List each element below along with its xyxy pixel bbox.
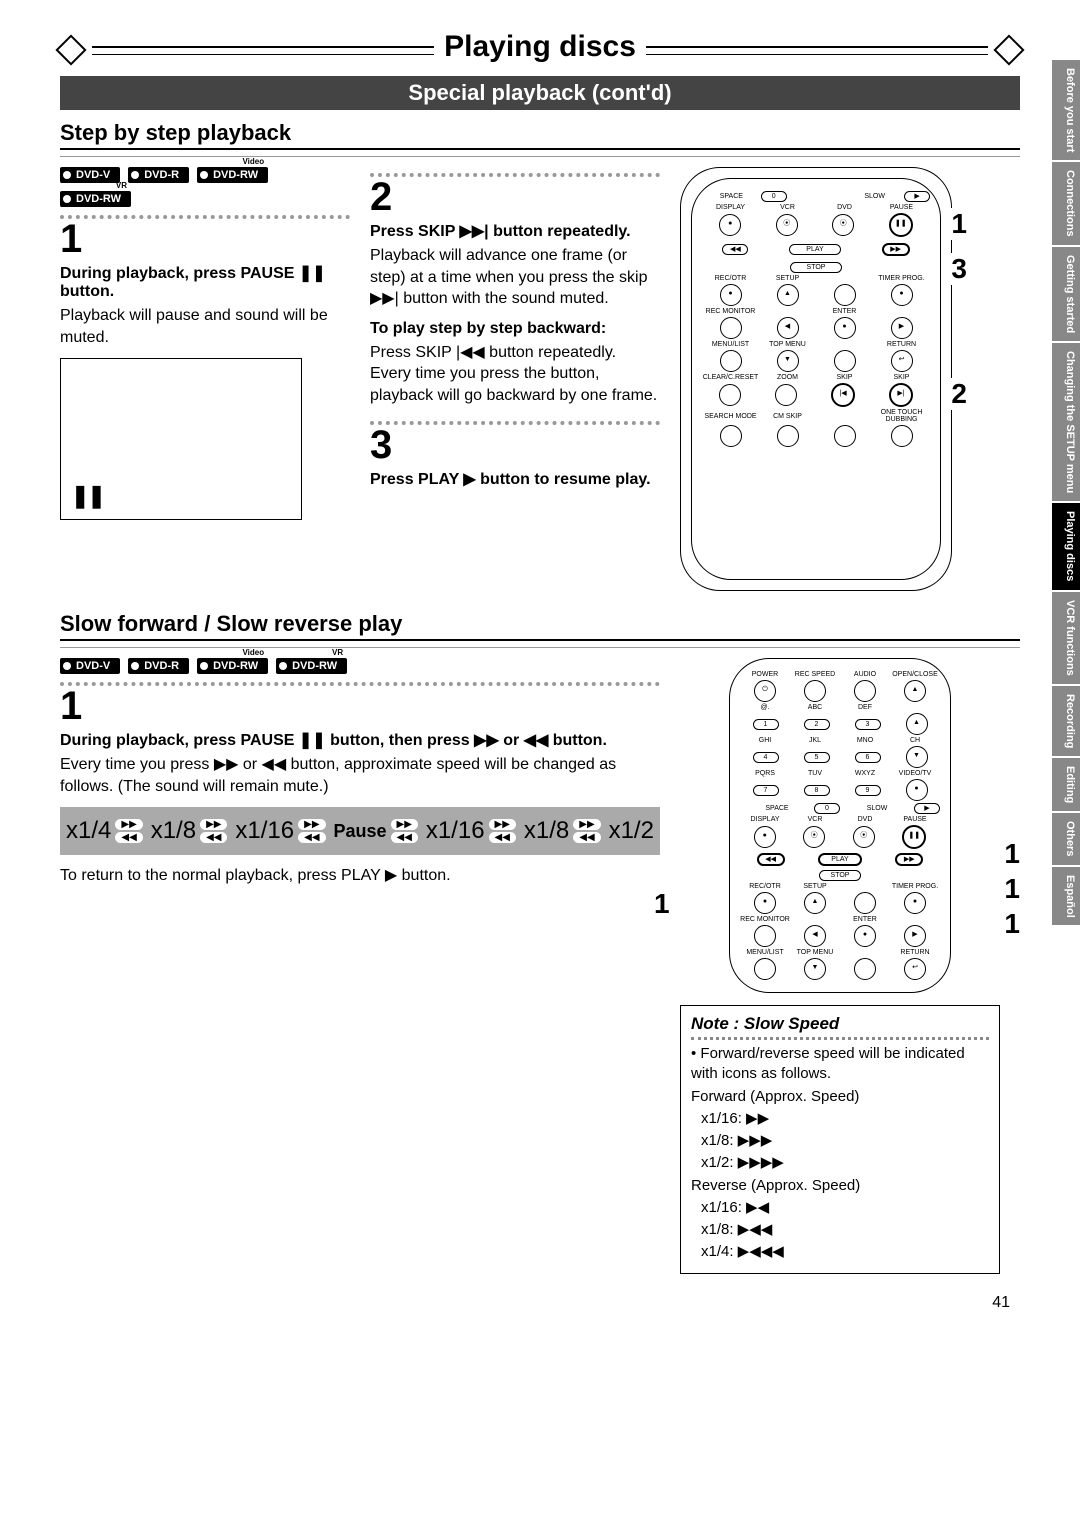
slow-step1-num: 1 [60,686,660,726]
step2-body: Playback will advance one frame (or step… [370,245,660,310]
note-fwd-3: x1/2: ▶▶▶▶ [691,1153,989,1173]
badge2-dvdrw-vr: VRDVD-RW [276,658,347,674]
note-bullet: • Forward/reverse speed will be indicate… [691,1044,989,1085]
callout2-r3: 1 [1004,908,1020,940]
badge-dvdv: DVD-V [60,167,120,183]
slow-heading: Slow forward / Slow reverse play [60,611,1020,641]
note-rev-label: Reverse (Approx. Speed) [691,1176,989,1196]
step1-body: Playback will pause and sound will be mu… [60,305,350,348]
tab-editing: Editing [1052,758,1080,811]
tab-others: Others [1052,813,1080,864]
pause-screen: ❚❚ [60,358,302,520]
side-tabs: Before you start Connections Getting sta… [1052,60,1080,927]
callout2-r1: 1 [1004,838,1020,870]
step3-head: Press PLAY ▶ button to resume play. [370,469,660,489]
note-fwd-1: x1/16: ▶▶ [691,1109,989,1129]
callout2-r2: 1 [1004,873,1020,905]
chapter-title: Playing discs [444,30,636,64]
callout-3: 3 [951,253,967,285]
pause-icon: ❚❚ [71,483,104,509]
badge-dvdr: DVD-R [128,167,189,183]
step2-number: 2 [370,177,660,217]
callout-2: 2 [951,378,967,410]
badge-dvdrw-video: VideoDVD-RW [197,167,268,183]
slow-resume-text: To return to the normal playback, press … [60,865,660,887]
step2-head: Press SKIP ▶▶| button repeatedly. [370,221,660,241]
page-number: 41 [60,1294,1020,1312]
slow-step1-body: Every time you press ▶▶ or ◀◀ button, ap… [60,754,660,797]
step2-sub-body: Press SKIP |◀◀ button repeatedly. Every … [370,342,660,407]
tab-vcr: VCR functions [1052,592,1080,684]
step1-head: During playback, press PAUSE ❚❚ button. [60,263,350,301]
tab-recording: Recording [1052,686,1080,756]
note-fwd-2: x1/8: ▶▶▶ [691,1131,989,1151]
slow-step1-head: During playback, press PAUSE ❚❚ button, … [60,730,660,750]
note-rev-2: x1/8: ▶◀◀ [691,1220,989,1240]
badge-dvdrw-vr: VRDVD-RW [60,191,131,207]
chapter-header-decoration: Playing discs [60,30,1020,70]
badge2-dvdrw-v: VideoDVD-RW [197,658,268,674]
tab-espanol: Español [1052,867,1080,926]
step2-sub-head: To play step by step backward: [370,320,660,338]
step-heading: Step by step playback [60,120,1020,150]
callout2-left: 1 [654,888,670,920]
callout-1: 1 [951,208,967,240]
speed-chart: x1/4▶▶◀◀ x1/8▶▶◀◀ x1/16▶▶◀◀ Pause▶▶◀◀ x1… [60,807,660,855]
step3-number: 3 [370,425,660,465]
note-rev-1: x1/16: ▶◀ [691,1198,989,1218]
step1-number: 1 [60,219,350,259]
badge2-dvdv: DVD-V [60,658,120,674]
tab-before-you-start: Before you start [1052,60,1080,160]
remote-diagram-2: 1 1 1 1 POWERREC SPEEDAUDIOOPEN/CLOSE ⏻▲… [680,658,1000,993]
note-box: Note : Slow Speed • Forward/reverse spee… [680,1005,1000,1274]
section-title: Special playback (cont'd) [60,76,1020,110]
note-title: Note : Slow Speed [691,1014,989,1040]
tab-getting-started: Getting started [1052,247,1080,341]
tab-playing-discs: Playing discs [1052,503,1080,589]
tab-connections: Connections [1052,162,1080,245]
note-fwd-label: Forward (Approx. Speed) [691,1087,989,1107]
tab-setup-menu: Changing the SETUP menu [1052,343,1080,501]
disc-badges: DVD-V DVD-R VideoDVD-RW [60,167,350,183]
badge2-dvdr: DVD-R [128,658,189,674]
note-rev-3: x1/4: ▶◀◀◀ [691,1242,989,1262]
remote-diagram-1: 1 3 2 SPACE0SLOW▶ DISPLAYVCRDVDPAUSE ●⦿⦿… [691,178,941,580]
